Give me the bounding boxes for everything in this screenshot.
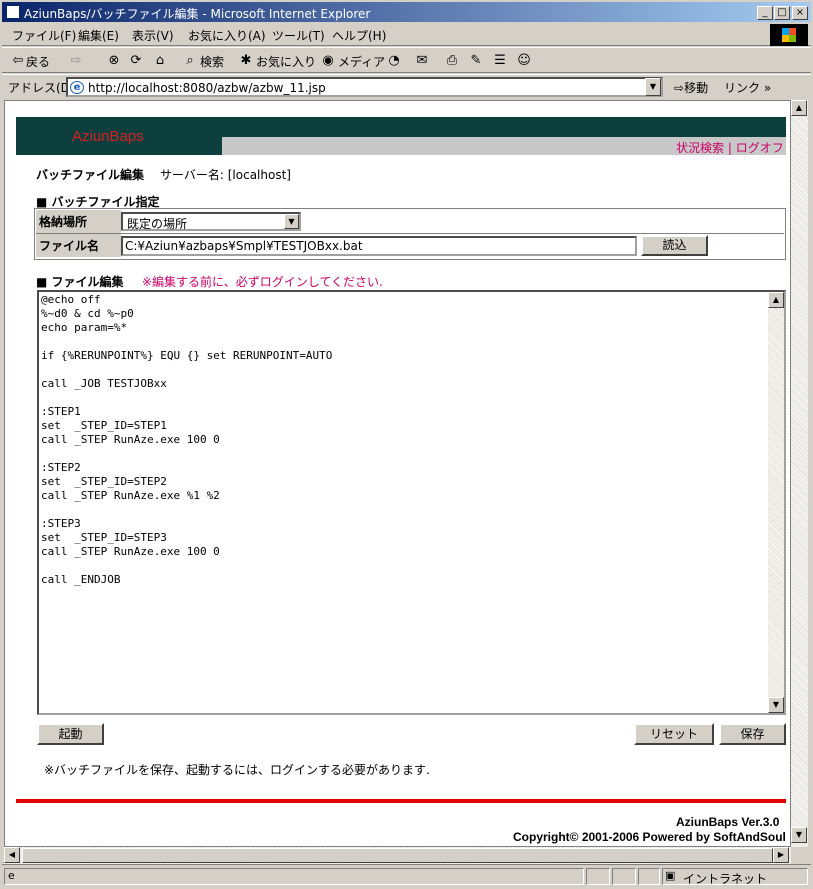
forward-arrow-icon[interactable]: ⇨ (68, 53, 84, 69)
status-bar: e ▣ イントラネット (2, 864, 811, 886)
status-panel (612, 868, 636, 885)
home-icon[interactable]: ⌂ (152, 53, 168, 69)
status-zone: ▣ イントラネット (662, 868, 808, 886)
reset-button[interactable]: リセット (634, 723, 714, 745)
menu-bar: ファイル(F) 編集(E) 表示(V) お気に入り(A) ツール(T) ヘルプ(… (2, 22, 811, 46)
ie-icon (6, 5, 20, 19)
scroll-down-icon[interactable]: ▼ (791, 827, 807, 843)
zone-label: イントラネット (683, 872, 768, 886)
close-button[interactable]: × (792, 6, 808, 20)
status-panel (586, 868, 610, 885)
status-panel (638, 868, 660, 885)
menu-favorites[interactable]: お気に入り(A) (188, 27, 266, 44)
windows-logo (770, 24, 808, 46)
server-name: サーバー名: [localhost] (160, 168, 291, 182)
minimize-button[interactable]: _ (757, 6, 773, 20)
back-arrow-icon[interactable]: ⇦ (10, 53, 26, 69)
go-button[interactable]: ⇨移動 (674, 79, 708, 96)
mail-icon[interactable]: ✉ (414, 53, 430, 69)
address-label: アドレス(D) (8, 81, 75, 95)
maximize-button[interactable]: □ (774, 6, 790, 20)
login-warning: ※編集する前に、必ずログインしてください. (142, 275, 383, 289)
version-text: AziunBaps Ver.3.0 (676, 815, 780, 829)
menu-edit[interactable]: 編集(E) (78, 27, 119, 44)
editor-scrollbar[interactable]: ▲ ▼ (768, 292, 784, 713)
logo: AziunBaps (72, 128, 144, 145)
go-label: 移動 (684, 81, 709, 95)
read-button[interactable]: 読込 (641, 235, 708, 256)
status-main: e (4, 868, 584, 885)
window-title: AziunBaps/バッチファイル編集 - Microsoft Internet… (24, 7, 371, 21)
menu-view[interactable]: 表示(V) (132, 27, 174, 44)
page-ie-icon: e (70, 81, 84, 94)
links-button[interactable]: リンク » (724, 79, 771, 96)
print-icon[interactable]: ⎙ (444, 53, 460, 69)
menu-tools[interactable]: ツール(T) (272, 27, 325, 44)
edit-section-heading: ■ ファイル編集 (36, 275, 124, 289)
windows-flag-icon (782, 28, 796, 42)
page-status-icon: e (8, 869, 15, 882)
favorites-button[interactable]: お気に入り (256, 53, 316, 70)
page-vertical-scrollbar[interactable]: ▲ ▼ (791, 100, 808, 847)
refresh-icon[interactable]: ⟳ (128, 53, 144, 69)
save-button[interactable]: 保存 (719, 723, 786, 745)
location-select[interactable]: 既定の場所 ▼ (121, 212, 301, 231)
location-selected-value: 既定の場所 (127, 217, 188, 231)
batch-editor[interactable]: @echo off %~d0 & cd %~p0 echo param=%* i… (37, 290, 786, 715)
chevron-down-icon[interactable]: ▼ (284, 214, 299, 229)
copyright-text: Copyright© 2001-2006 Powered by SoftAndS… (513, 830, 786, 844)
page-title: バッチファイル編集 (36, 168, 145, 182)
intranet-icon: ▣ (665, 869, 676, 882)
scroll-up-icon[interactable]: ▲ (791, 100, 807, 116)
menu-help[interactable]: ヘルプ(H) (332, 27, 386, 44)
menu-file[interactable]: ファイル(F) (12, 27, 76, 44)
toolbar: ⇦ 戻る ⇨ ⊗ ⟳ ⌂ ⌕ 検索 ✱ お気に入り ◉ メディア ◔ ✉ ⎙ ✎… (2, 47, 811, 73)
title-bar: AziunBaps/バッチファイル編集 - Microsoft Internet… (2, 2, 811, 22)
messenger-icon[interactable]: ☺ (516, 53, 532, 69)
editor-text[interactable]: @echo off %~d0 & cd %~p0 echo param=%* i… (41, 293, 332, 587)
edit-icon[interactable]: ✎ (468, 53, 484, 69)
footer-rule (16, 799, 786, 803)
discuss-icon[interactable]: ☰ (492, 53, 508, 69)
logoff-link[interactable]: ログオフ (736, 139, 784, 156)
address-url[interactable]: http://localhost:8080/azbw/azbw_11.jsp (88, 81, 326, 95)
search-icon[interactable]: ⌕ (182, 53, 198, 69)
editor-scroll-down-icon[interactable]: ▼ (768, 697, 784, 713)
search-button[interactable]: 検索 (200, 53, 224, 70)
filename-label: ファイル名 (36, 234, 121, 257)
location-label: 格納場所 (36, 210, 121, 233)
history-icon[interactable]: ◔ (386, 53, 402, 69)
status-search-link[interactable]: 状況検索 (676, 139, 724, 156)
login-note: ※バッチファイルを保存、起動するには、ログインする必要があります. (44, 763, 430, 777)
link-separator: | (727, 141, 732, 155)
address-dropdown-button[interactable]: ▼ (645, 78, 661, 96)
horizontal-scroll-thumb[interactable] (22, 848, 773, 863)
go-arrow-icon: ⇨ (674, 81, 685, 95)
top-links: 状況検索 | ログオフ (676, 139, 784, 156)
scroll-right-icon[interactable]: ▶ (773, 847, 789, 863)
editor-scroll-up-icon[interactable]: ▲ (768, 292, 784, 308)
chevron-right-icon: » (763, 81, 772, 95)
media-icon[interactable]: ◉ (320, 53, 336, 69)
links-label: リンク (724, 81, 761, 95)
stop-icon[interactable]: ⊗ (106, 53, 122, 69)
scroll-left-icon[interactable]: ◀ (4, 847, 20, 863)
address-field[interactable]: e http://localhost:8080/azbw/azbw_11.jsp (66, 77, 663, 97)
start-button[interactable]: 起動 (37, 723, 104, 745)
favorites-icon[interactable]: ✱ (238, 53, 254, 69)
filename-input[interactable]: C:¥Aziun¥azbaps¥Smpl¥TESTJOBxx.bat (121, 236, 637, 256)
row-divider (36, 233, 784, 234)
media-button[interactable]: メディア (338, 53, 385, 70)
back-button[interactable]: 戻る (26, 53, 50, 70)
